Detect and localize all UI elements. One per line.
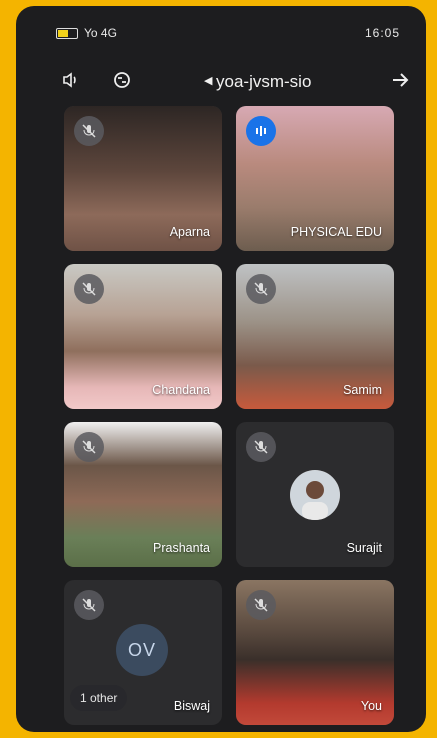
participant-name: Samim: [343, 383, 382, 397]
meeting-screen: Yo 4G 16:05 ◀ yoa-jvsm-sio Aparna PHYSIC…: [16, 6, 426, 732]
initials-avatar: OV: [116, 624, 168, 676]
participant-tile-samim[interactable]: Samim: [236, 264, 394, 409]
mic-off-icon: [74, 432, 104, 462]
participant-tile-you[interactable]: You: [236, 580, 394, 725]
clock: 16:05: [364, 26, 400, 40]
top-bar: ◀ yoa-jvsm-sio: [16, 58, 426, 102]
mic-off-icon: [246, 432, 276, 462]
participant-tile-chandana[interactable]: Chandana: [64, 264, 222, 409]
mic-off-icon: [74, 116, 104, 146]
meeting-info-caret[interactable]: ◀: [204, 74, 212, 87]
mic-off-icon: [246, 274, 276, 304]
participant-tile-aparna[interactable]: Aparna: [64, 106, 222, 251]
participant-name: Aparna: [169, 225, 210, 239]
avatar: [290, 470, 340, 520]
participant-tile-physical-edu[interactable]: PHYSICAL EDU: [236, 106, 394, 251]
mic-off-icon: [246, 590, 276, 620]
participant-tile-biswaj[interactable]: OV 1 other Biswaj: [64, 580, 222, 725]
participant-name: PHYSICAL EDU: [290, 225, 382, 239]
meeting-code[interactable]: yoa-jvsm-sio: [216, 72, 311, 92]
status-bar: Yo 4G 16:05: [16, 6, 426, 52]
participant-tile-prashanta[interactable]: Prashanta: [64, 422, 222, 567]
network-label: Yo 4G: [84, 26, 117, 40]
participant-name: Chandana: [152, 383, 210, 397]
back-arrow-icon[interactable]: [386, 66, 414, 94]
other-participants-chip[interactable]: 1 other: [70, 685, 128, 711]
speaking-indicator-icon: [246, 116, 276, 146]
mic-off-icon: [74, 274, 104, 304]
participant-name: Biswaj: [173, 699, 210, 713]
mic-off-icon: [74, 590, 104, 620]
participant-name: Prashanta: [153, 541, 210, 555]
battery-icon: [56, 27, 78, 39]
participant-name: You: [360, 699, 382, 713]
status-battery-signal: Yo 4G: [56, 26, 117, 40]
participant-tile-surajit[interactable]: Surajit: [236, 422, 394, 567]
speaker-icon[interactable]: [56, 66, 84, 94]
switch-camera-icon[interactable]: [108, 66, 136, 94]
participant-name: Surajit: [346, 541, 382, 555]
